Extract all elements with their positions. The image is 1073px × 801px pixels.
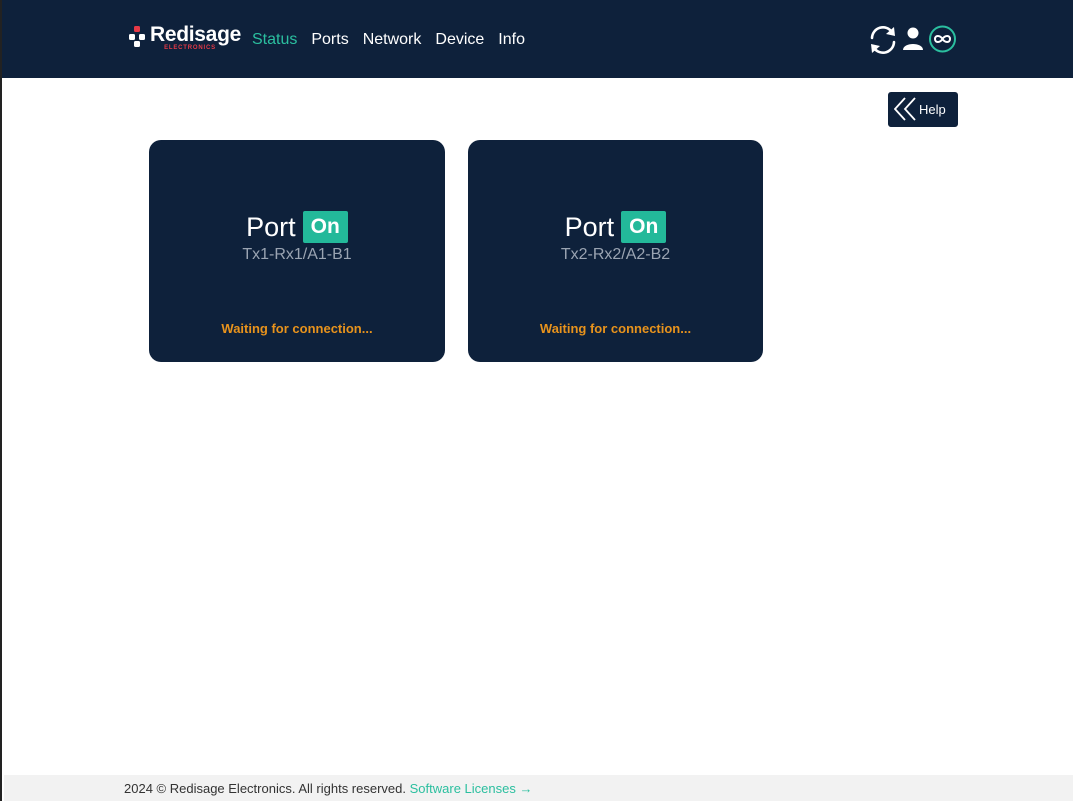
- connection-status: Waiting for connection...: [221, 321, 373, 336]
- nav-ports[interactable]: Ports: [311, 30, 348, 50]
- software-licenses-link[interactable]: Software Licenses →: [410, 781, 533, 796]
- connection-status: Waiting for connection...: [539, 321, 692, 336]
- port-card-title: Port On: [468, 210, 763, 244]
- brand-subtitle: ELECTRONICS: [164, 45, 216, 51]
- nav-device[interactable]: Device: [435, 30, 484, 50]
- main-nav: Status Ports Network Device Info: [252, 30, 525, 50]
- top-navbar: Redisage ELECTRONICS Status Ports Networ…: [2, 0, 1073, 78]
- nav-status[interactable]: Status: [252, 30, 297, 50]
- port-card-title: Port On: [149, 210, 445, 244]
- port-state-badge: On: [621, 211, 667, 243]
- port-id: Tx1-Rx1/A1-B1: [242, 246, 352, 263]
- copyright-text: 2024 © Redisage Electronics. All rights …: [124, 781, 406, 796]
- double-chevron-left-icon: [894, 97, 916, 121]
- user-icon[interactable]: [902, 24, 924, 56]
- port-card[interactable]: Port On Tx1-Rx1/A1-B1 Waiting for connec…: [149, 140, 445, 362]
- footer-text: 2024 © Redisage Electronics. All rights …: [124, 781, 532, 796]
- port-title: Port: [246, 212, 296, 242]
- refresh-icon[interactable]: [868, 24, 898, 56]
- port-state-badge: On: [302, 211, 348, 243]
- port-id: Tx2-Rx2/A2-B2: [560, 246, 671, 263]
- help-button[interactable]: Help: [888, 92, 958, 127]
- port-card[interactable]: Port On Tx2-Rx2/A2-B2 Waiting for connec…: [468, 140, 763, 362]
- app-frame: Redisage ELECTRONICS Status Ports Networ…: [0, 0, 1073, 801]
- page-footer: 2024 © Redisage Electronics. All rights …: [4, 775, 1073, 801]
- logo-mark-icon: [129, 26, 145, 47]
- nav-info[interactable]: Info: [498, 30, 525, 50]
- infinity-icon[interactable]: [928, 24, 957, 56]
- help-label: Help: [919, 102, 946, 117]
- port-title: Port: [564, 212, 615, 242]
- nav-network[interactable]: Network: [363, 30, 422, 50]
- brand-logo[interactable]: Redisage ELECTRONICS: [129, 23, 241, 54]
